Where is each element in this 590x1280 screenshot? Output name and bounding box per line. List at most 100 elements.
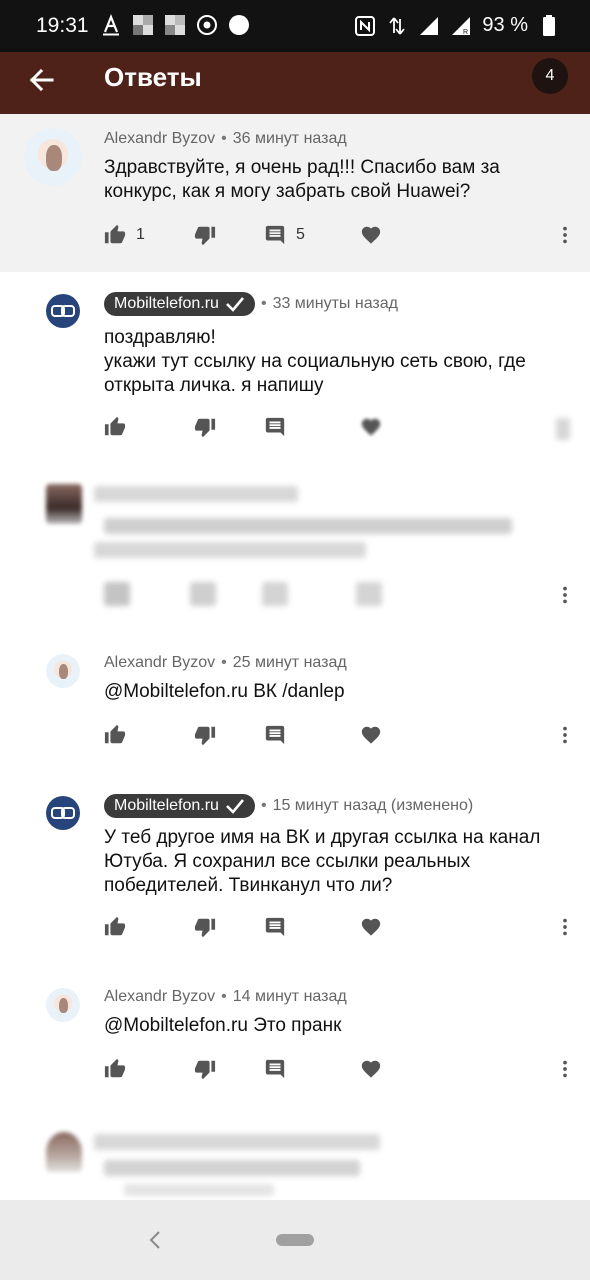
more-vert-icon: [563, 586, 567, 604]
verified-check-icon: [226, 297, 244, 312]
more-options-button[interactable]: [554, 916, 576, 938]
circle-icon: [228, 14, 250, 36]
chevron-left-icon: [149, 1231, 160, 1249]
comment-text: @Mobiltelefon.ru Это пранк: [104, 1015, 342, 1036]
channel-author-chip[interactable]: Mobiltelefon.ru: [104, 794, 255, 818]
avatar[interactable]: [46, 654, 80, 688]
reply-button[interactable]: [264, 724, 286, 746]
like-button[interactable]: [104, 916, 126, 938]
thumbs-down-icon: [194, 726, 216, 746]
comment-author[interactable]: Alexandr Byzov: [104, 654, 215, 672]
more-options-button[interactable]: [554, 724, 576, 746]
pixelated-text: [94, 542, 366, 558]
comment-author: Mobiltelefon.ru: [114, 797, 219, 814]
status-time: 19:31: [36, 14, 89, 37]
heart-button[interactable]: [360, 916, 382, 938]
reply-button[interactable]: [264, 416, 286, 438]
comment-icon: [265, 417, 285, 437]
svg-text:R: R: [463, 29, 468, 36]
comment-icon: [265, 1059, 285, 1079]
heart-icon: [361, 918, 381, 936]
comment-actions: [104, 916, 579, 944]
reply-button[interactable]: [264, 916, 286, 938]
nav-back-button[interactable]: [144, 1226, 166, 1254]
navigation-bar: [0, 1200, 590, 1280]
separator-dot: •: [260, 797, 267, 814]
page-title: Ответы: [104, 62, 202, 92]
separator-dot: •: [260, 295, 267, 312]
pixelated-avatar: [46, 484, 82, 524]
battery-icon: [538, 14, 560, 37]
more-options-button[interactable]: [554, 584, 576, 606]
comment-icon: [265, 225, 285, 245]
thumbs-up-icon: [104, 224, 126, 244]
dislike-button[interactable]: [194, 224, 216, 246]
comment-meta: Alexandr Byzov • 25 минут назад: [104, 654, 347, 672]
comment-meta: Alexandr Byzov • 14 минут назад: [104, 988, 347, 1006]
app-bar: Ответы 4: [0, 52, 590, 114]
pixelated-text: [124, 1184, 274, 1196]
reply-comment: Mobiltelefon.ru • 15 минут назад (измене…: [0, 784, 590, 974]
comment-time: 25 минут назад: [232, 654, 347, 671]
comment-author: Mobiltelefon.ru: [114, 295, 219, 312]
heart-button[interactable]: [360, 1058, 382, 1080]
heart-button[interactable]: [360, 416, 382, 438]
home-pill-button[interactable]: [276, 1234, 314, 1246]
dislike-button[interactable]: [194, 416, 216, 438]
pixelated-icon: [262, 582, 288, 606]
arrow-back-icon: [29, 68, 54, 92]
separator-dot: •: [221, 130, 227, 147]
notification-icons: [100, 14, 250, 36]
comment-time: 36 минут назад: [232, 130, 347, 147]
comment-author[interactable]: Alexandr Byzov: [104, 130, 215, 148]
comment-author[interactable]: Alexandr Byzov: [104, 988, 215, 1006]
channel-avatar[interactable]: [46, 294, 80, 328]
camera-icon: [196, 14, 218, 36]
more-vert-icon: [563, 918, 567, 936]
comment-text: поздравляю! укажи тут ссылку на социальн…: [104, 326, 574, 398]
thumbs-up-icon: [104, 416, 126, 436]
reply-comment: Mobiltelefon.ru • 33 минуты назад поздра…: [0, 272, 590, 462]
back-button[interactable]: [22, 60, 62, 100]
signal-icon: [418, 15, 440, 37]
channel-avatar[interactable]: [46, 796, 80, 830]
like-button[interactable]: [104, 724, 126, 746]
more-options-button[interactable]: [554, 224, 576, 246]
like-button[interactable]: 1: [104, 224, 145, 246]
reply-button[interactable]: 5: [264, 224, 305, 246]
channel-author-chip[interactable]: Mobiltelefon.ru: [104, 292, 255, 316]
comment-icon: [265, 725, 285, 745]
pixelated-text: [94, 486, 298, 502]
like-button[interactable]: [104, 1058, 126, 1080]
pixelated-icon: [104, 582, 130, 606]
heart-icon: [361, 1060, 381, 1078]
chain-link-icon: [51, 305, 75, 317]
dislike-button[interactable]: [194, 724, 216, 746]
comment-actions: [104, 416, 579, 444]
comment-actions: 1 5: [104, 224, 579, 252]
avatar[interactable]: [46, 988, 80, 1022]
dislike-button[interactable]: [194, 1058, 216, 1080]
comment-meta: Mobiltelefon.ru • 33 минуты назад: [104, 292, 398, 316]
more-vert-icon: [563, 726, 567, 744]
thumbs-down-icon: [194, 226, 216, 246]
comment-actions: [104, 1058, 579, 1086]
thumbs-up-icon: [104, 916, 126, 936]
verified-check-icon: [226, 799, 244, 814]
like-button[interactable]: [104, 416, 126, 438]
reply-button[interactable]: [264, 1058, 286, 1080]
reply-comment: Alexandr Byzov • 25 минут назад @Mobilte…: [0, 640, 590, 784]
heart-button[interactable]: [360, 224, 382, 246]
data-arrows-icon: [386, 15, 408, 37]
pixelated-region: [556, 418, 570, 440]
gallery-icon: [132, 14, 154, 36]
avatar[interactable]: [24, 128, 82, 186]
dislike-button[interactable]: [194, 916, 216, 938]
pixelated-text: [104, 1160, 360, 1176]
status-bar: 19:31 R 93 %: [0, 0, 590, 52]
more-options-button[interactable]: [554, 1058, 576, 1080]
heart-button[interactable]: [360, 724, 382, 746]
separator-dot: •: [221, 988, 227, 1005]
like-count: 1: [136, 226, 145, 243]
pixelated-text: [104, 518, 512, 534]
